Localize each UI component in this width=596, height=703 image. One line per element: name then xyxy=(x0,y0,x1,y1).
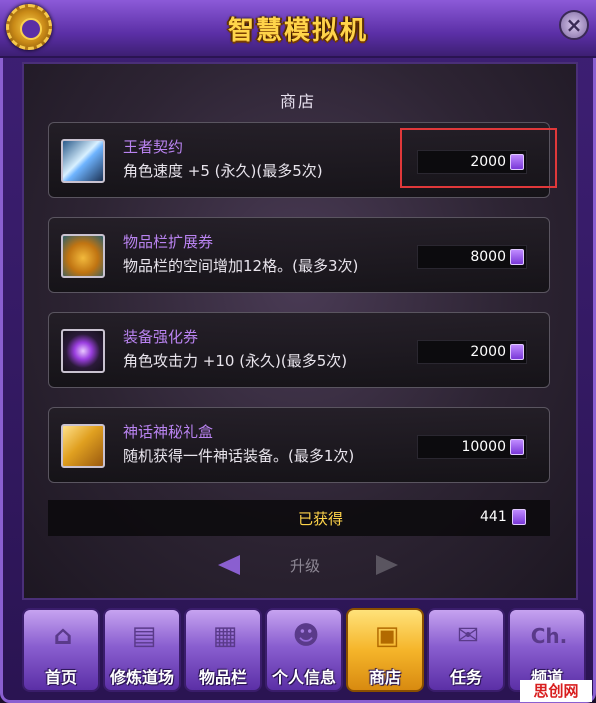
price-box[interactable]: 8000 xyxy=(417,245,527,269)
close-button[interactable]: × xyxy=(559,10,589,40)
item-description: 物品栏的空间增加12格。(最多3次) xyxy=(123,257,359,275)
item-name: 装备强化券 xyxy=(123,328,199,346)
nav-label: 商店 xyxy=(368,668,401,687)
window-title: 智慧模拟机 xyxy=(227,16,368,46)
obtained-row: 已获得 441 xyxy=(48,500,550,536)
price-box[interactable]: 2000 xyxy=(417,340,527,364)
sword-icon xyxy=(61,139,105,183)
nav-label: 物品栏 xyxy=(198,668,247,687)
shop-box-icon: ▣ xyxy=(374,621,400,651)
item-description: 随机获得一件神话装备。(最多1次) xyxy=(123,447,355,465)
nav-profile-button[interactable]: ☻ 个人信息 xyxy=(265,608,343,692)
shop-header: 商店 xyxy=(279,92,316,111)
upgrade-row: 升级 xyxy=(0,553,596,577)
nav-training-button[interactable]: ▤ 修炼道场 xyxy=(103,608,181,692)
home-icon: ⌂ xyxy=(53,621,73,651)
nav-label: 任务 xyxy=(449,668,482,687)
arrow-left-icon[interactable] xyxy=(218,555,240,575)
inventory-icon: ▦ xyxy=(212,621,238,651)
shop-item[interactable]: 神话神秘礼盒 随机获得一件神话装备。(最多1次) 10000 xyxy=(48,407,550,483)
nav-inventory-button[interactable]: ▦ 物品栏 xyxy=(184,608,262,692)
nav-label: 首页 xyxy=(44,668,77,687)
item-name: 物品栏扩展券 xyxy=(123,233,214,251)
item-description: 角色攻击力 +10 (永久)(最多5次) xyxy=(123,352,348,370)
price-box[interactable]: 10000 xyxy=(417,435,527,459)
currency-icon xyxy=(510,439,524,455)
scroll-icon: ✉ xyxy=(457,621,479,651)
channel-icon: Ch. xyxy=(530,624,568,648)
obtained-label: 已获得 xyxy=(298,510,344,528)
nav-label: 修炼道场 xyxy=(109,668,174,687)
arrow-right-icon[interactable] xyxy=(376,555,398,575)
currency-icon xyxy=(510,344,524,360)
upgrade-label: 升级 xyxy=(290,557,321,575)
bag-icon xyxy=(61,234,105,278)
nav-shop-button[interactable]: ▣ 商店 xyxy=(346,608,424,692)
gem-icon xyxy=(61,329,105,373)
item-price: 8000 xyxy=(470,249,506,265)
item-description: 角色速度 +5 (永久)(最多5次) xyxy=(123,162,323,180)
item-price: 2000 xyxy=(470,344,506,360)
nav-label: 个人信息 xyxy=(271,668,336,687)
person-icon: ☻ xyxy=(292,621,320,651)
bottom-nav: ⌂ 首页 ▤ 修炼道场 ▦ 物品栏 ☻ 个人信息 ▣ 商店 ✉ 任务 Ch. 频… xyxy=(20,608,586,694)
currency-icon xyxy=(510,249,524,265)
nav-quest-button[interactable]: ✉ 任务 xyxy=(427,608,505,692)
item-name: 神话神秘礼盒 xyxy=(123,423,214,441)
highlight-box xyxy=(400,128,557,188)
currency-icon xyxy=(512,509,526,525)
gift-box-icon xyxy=(61,424,105,468)
item-name: 王者契约 xyxy=(123,138,184,156)
item-price: 10000 xyxy=(461,439,506,455)
nav-home-button[interactable]: ⌂ 首页 xyxy=(22,608,100,692)
shop-item[interactable]: 物品栏扩展券 物品栏的空间增加12格。(最多3次) 8000 xyxy=(48,217,550,293)
obtained-value: 441 xyxy=(480,509,507,525)
book-icon: ▤ xyxy=(131,621,157,651)
shop-item[interactable]: 装备强化券 角色攻击力 +10 (永久)(最多5次) 2000 xyxy=(48,312,550,388)
watermark: 思创网 xyxy=(520,680,592,702)
